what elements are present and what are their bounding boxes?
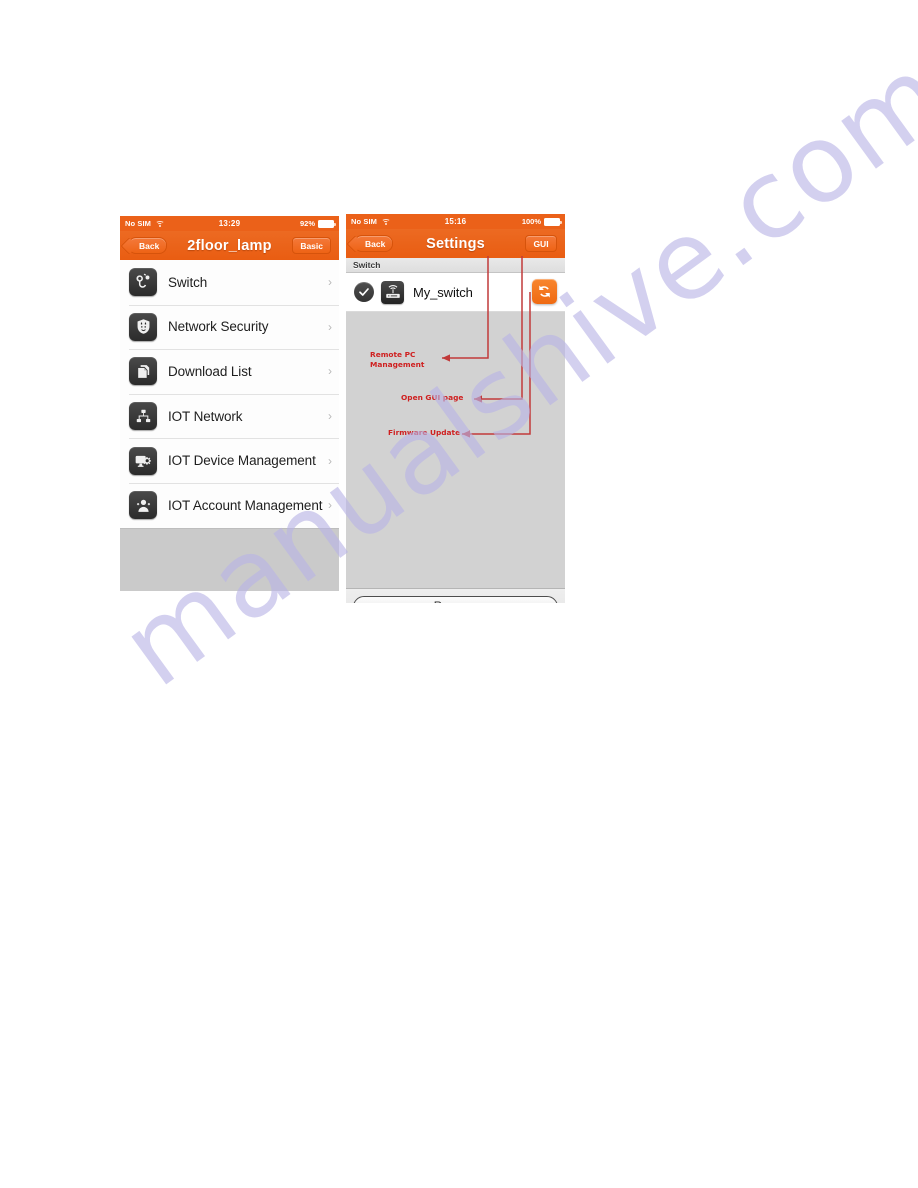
- device-row[interactable]: My_switch: [346, 273, 565, 312]
- refresh-button[interactable]: [532, 279, 557, 304]
- back-button[interactable]: Back: [128, 237, 168, 254]
- battery-icon: [544, 217, 562, 226]
- right-status-bar: No SIM 15:16 100%: [346, 214, 565, 229]
- left-nav-bar: Back 2floor_lamp Basic: [120, 231, 339, 260]
- chevron-right-icon: ›: [328, 275, 332, 290]
- list-item-switch[interactable]: Switch ›: [120, 260, 339, 305]
- user-group-icon: [129, 491, 157, 520]
- empty-list-area: [120, 527, 339, 591]
- list-item-label: Download List: [168, 363, 252, 379]
- list-item-network-security[interactable]: Network Security ›: [120, 304, 339, 350]
- section-header-switch: Switch: [346, 258, 565, 273]
- basic-button[interactable]: Basic: [292, 237, 331, 254]
- chevron-right-icon: ›: [328, 319, 332, 334]
- network-topology-icon: [129, 402, 157, 431]
- list-item-iot-device-management[interactable]: IOT Device Management ›: [120, 438, 339, 483]
- list-item-label: IOT Account Management: [168, 497, 323, 513]
- gui-button[interactable]: GUI: [525, 235, 557, 252]
- list-item-label: Switch: [168, 274, 208, 290]
- list-item-download-list[interactable]: Download List ›: [120, 349, 339, 394]
- power-plug-icon: [129, 268, 157, 297]
- settings-list: Switch › Network Security › Download Lis…: [120, 260, 339, 591]
- documents-icon: [129, 357, 157, 386]
- list-item-iot-network[interactable]: IOT Network ›: [120, 393, 339, 439]
- rename-button[interactable]: Rename: [353, 595, 558, 603]
- wifi-router-icon: [381, 280, 404, 304]
- chevron-right-icon: ›: [328, 453, 332, 468]
- status-time: 13:29: [218, 219, 241, 228]
- list-item-label: IOT Device Management: [168, 453, 316, 469]
- chevron-right-icon: ›: [328, 498, 332, 513]
- check-circle-icon[interactable]: [354, 282, 374, 302]
- right-nav-bar: Back Settings GUI: [346, 229, 565, 258]
- empty-content-panel: [346, 312, 565, 588]
- shield-icon: [129, 312, 157, 341]
- chevron-right-icon: ›: [328, 409, 332, 424]
- list-item-label: IOT Network: [168, 408, 243, 424]
- bottom-toolbar: Rename: [346, 588, 565, 603]
- left-phone-screenshot: No SIM 13:29 92% Back 2floor_lamp Basic …: [120, 216, 339, 603]
- battery-icon: [318, 219, 336, 228]
- right-phone-screenshot: No SIM 15:16 100% Back Settings GUI Swit…: [346, 214, 565, 603]
- monitor-gear-icon: [129, 446, 157, 475]
- status-time: 15:16: [444, 217, 467, 226]
- left-status-bar: No SIM 13:29 92%: [120, 216, 339, 231]
- list-item-label: Network Security: [168, 319, 269, 335]
- back-button[interactable]: Back: [354, 235, 394, 252]
- chevron-right-icon: ›: [328, 364, 332, 379]
- device-name-label: My_switch: [413, 284, 473, 300]
- list-item-iot-account-management[interactable]: IOT Account Management ›: [120, 482, 339, 528]
